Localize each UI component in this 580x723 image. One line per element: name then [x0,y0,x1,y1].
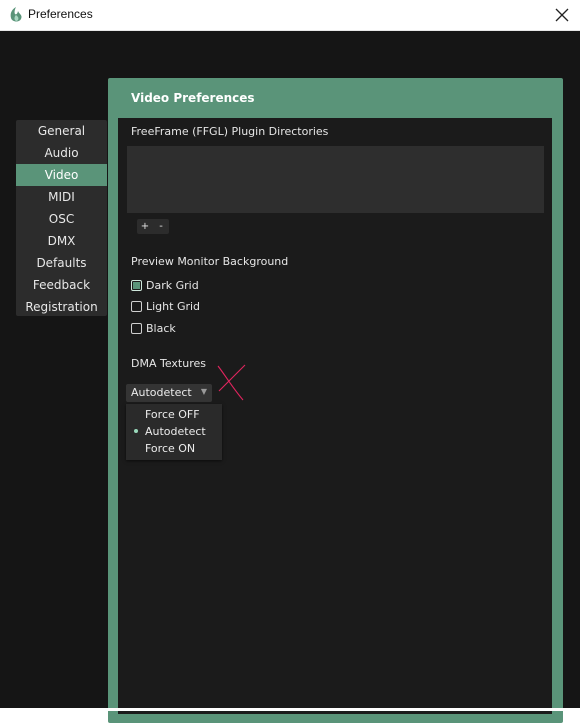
sidebar: General Audio Video MIDI OSC DMX Default… [16,120,107,316]
preview-background-label: Preview Monitor Background [131,255,289,268]
panel-title: Video Preferences [131,91,255,105]
option-label: Force OFF [145,408,200,421]
dropdown-option-force-on[interactable]: Force ON [126,440,222,457]
directory-buttons: + - [137,219,169,234]
sidebar-item-midi[interactable]: MIDI [16,186,107,208]
ffgl-directories-list[interactable] [127,146,544,213]
dropdown-option-force-off[interactable]: Force OFF [126,406,222,423]
sidebar-item-audio[interactable]: Audio [16,142,107,164]
add-directory-button[interactable]: + [137,219,153,234]
sidebar-item-defaults[interactable]: Defaults [16,252,107,274]
window-title: Preferences [28,7,93,21]
selected-bullet-icon [134,429,138,433]
option-dark-grid[interactable]: Dark Grid [131,278,199,292]
checkbox-checked[interactable] [131,279,142,291]
window-client: General Audio Video MIDI OSC DMX Default… [0,31,580,723]
sidebar-item-registration[interactable]: Registration [16,296,107,318]
title-bar: Preferences [0,0,580,31]
option-label: Light Grid [146,299,201,313]
option-light-grid[interactable]: Light Grid [131,299,200,313]
dropdown-option-autodetect[interactable]: Autodetect [126,423,222,440]
option-label: Black [146,321,176,335]
close-button[interactable] [550,3,574,27]
checkbox-unchecked[interactable] [131,300,142,312]
red-x-annotation-icon [217,364,246,401]
sidebar-item-osc[interactable]: OSC [16,208,107,230]
checkbox-unchecked[interactable] [131,322,142,334]
dma-textures-dropdown: Force OFF Autodetect Force ON [126,404,222,460]
app-icon [10,7,22,22]
chevron-down-icon: ▼ [200,387,207,396]
remove-directory-button[interactable]: - [153,219,169,234]
dma-textures-label: DMA Textures [131,357,206,370]
video-preferences-panel: Video Preferences FreeFrame (FFGL) Plugi… [108,78,563,723]
ffgl-directories-label: FreeFrame (FFGL) Plugin Directories [131,125,329,138]
sidebar-item-video[interactable]: Video [16,164,107,186]
sidebar-item-feedback[interactable]: Feedback [16,274,107,296]
close-icon [555,8,569,22]
option-label: Force ON [145,442,196,455]
sidebar-item-dmx[interactable]: DMX [16,230,107,252]
dma-textures-select[interactable]: Autodetect ▼ [126,384,212,402]
select-value: Autodetect [131,386,192,399]
option-label: Dark Grid [146,278,199,292]
option-black[interactable]: Black [131,321,176,335]
panel-content: FreeFrame (FFGL) Plugin Directories + - … [118,118,552,714]
sidebar-item-general[interactable]: General [16,120,107,142]
option-label: Autodetect [145,425,206,438]
